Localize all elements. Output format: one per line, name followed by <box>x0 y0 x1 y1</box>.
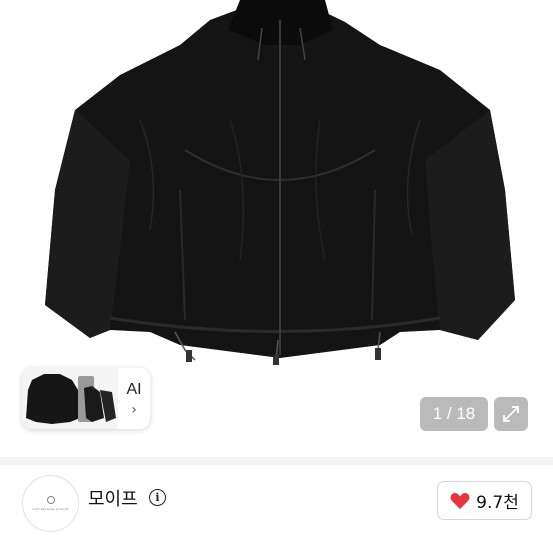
heart-icon <box>450 492 470 509</box>
product-image[interactable]: AI › 1 / 18 <box>0 0 553 457</box>
expand-icon <box>503 406 519 422</box>
section-divider <box>0 457 553 465</box>
ai-similar-card[interactable]: AI › <box>22 368 150 429</box>
chevron-right-icon: › <box>131 401 137 418</box>
jacket-thumbnail-icon <box>22 368 118 429</box>
info-icon[interactable]: i <box>149 489 166 506</box>
seller-name[interactable]: 모이프 <box>88 485 138 511</box>
avatar-caption: moif because product <box>32 507 69 511</box>
like-count: 9.7천 <box>476 493 519 513</box>
ai-label: AI <box>126 380 142 398</box>
seller-avatar[interactable]: moif because product <box>22 475 79 532</box>
like-button[interactable]: 9.7천 <box>437 481 532 520</box>
image-page-counter-text: 1 / 18 <box>432 404 476 423</box>
avatar-logo-icon <box>46 496 55 504</box>
seller-row: moif because product 모이프 i 9.7천 <box>0 465 553 553</box>
image-page-counter: 1 / 18 <box>420 397 488 431</box>
expand-button[interactable] <box>494 397 528 431</box>
